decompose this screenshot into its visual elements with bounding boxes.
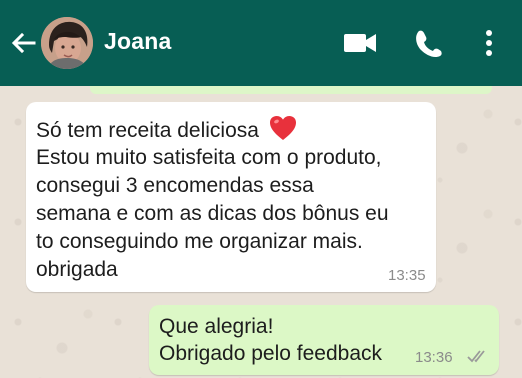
message-line: Que alegria! bbox=[159, 315, 274, 338]
back-arrow-icon[interactable] bbox=[9, 29, 37, 57]
message-line: to conseguindo me organizar mais. bbox=[36, 230, 363, 253]
more-options-icon[interactable] bbox=[482, 28, 496, 58]
message-time: 13:35 bbox=[388, 267, 426, 284]
incoming-message[interactable]: Só tem receita deliciosa Estou muito sat… bbox=[26, 102, 436, 292]
heart-icon bbox=[269, 116, 296, 140]
message-time: 13:36 bbox=[415, 349, 453, 366]
message-line: semana e com as dicas dos bônus eu bbox=[36, 202, 389, 225]
previous-message-edge bbox=[90, 86, 492, 94]
video-call-icon[interactable] bbox=[343, 31, 377, 55]
avatar-photo bbox=[41, 17, 93, 69]
message-line: Só tem receita deliciosa bbox=[36, 114, 298, 145]
outgoing-message[interactable]: Que alegria! Obrigado pelo feedback 13:3… bbox=[149, 305, 499, 375]
contact-name[interactable]: Joana bbox=[104, 28, 171, 55]
message-line: Estou muito satisfeita com o produto, bbox=[36, 146, 382, 169]
message-text: Só tem receita deliciosa bbox=[36, 119, 259, 142]
message-line: consegui 3 encomendas essa bbox=[36, 174, 314, 197]
read-ticks-icon bbox=[467, 350, 485, 363]
message-line: Obrigado pelo feedback bbox=[159, 342, 382, 365]
avatar[interactable] bbox=[41, 17, 93, 69]
chat-header: Joana bbox=[0, 0, 522, 86]
phone-call-icon[interactable] bbox=[413, 28, 443, 58]
message-line: obrigada bbox=[36, 258, 118, 281]
